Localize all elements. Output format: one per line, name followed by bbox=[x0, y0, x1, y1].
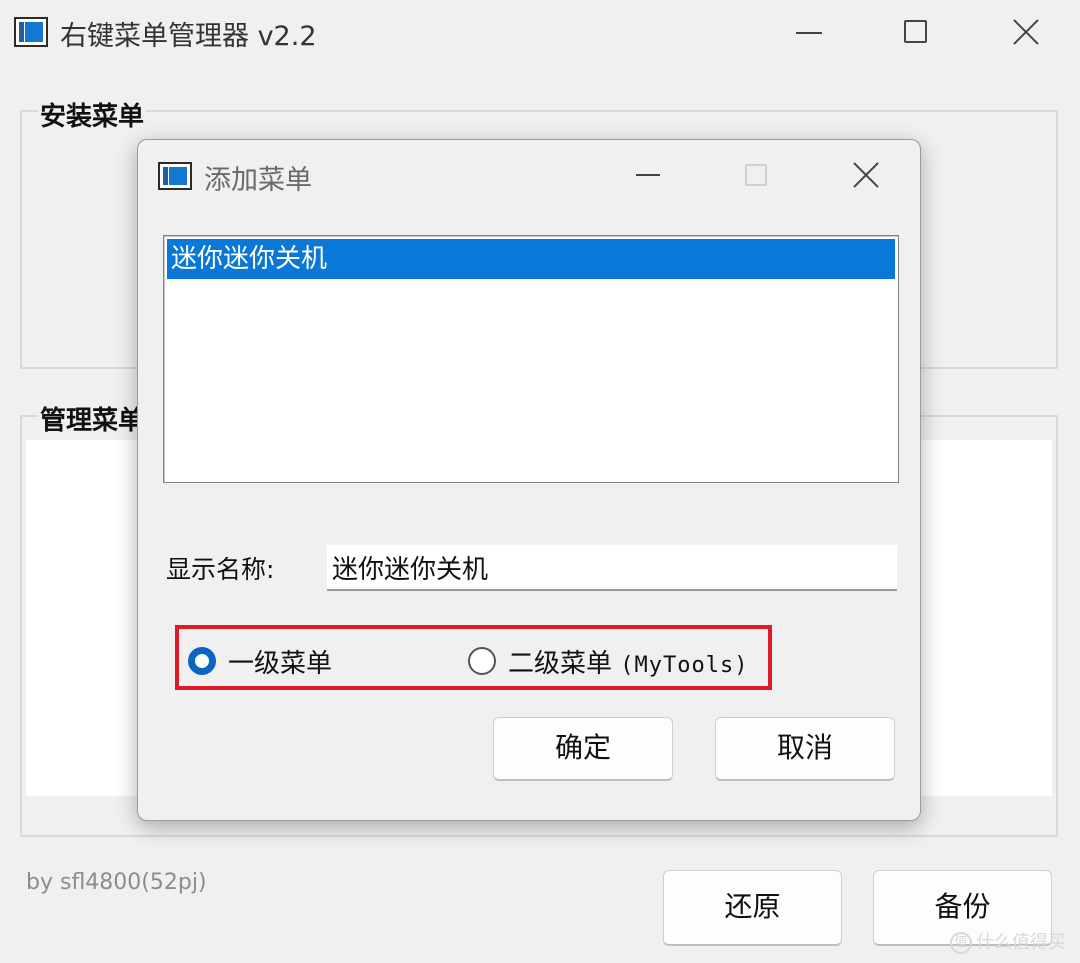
display-name-label: 显示名称: bbox=[166, 555, 275, 584]
radio-secondary-label: 二级菜单 (MyTools) bbox=[508, 643, 749, 680]
radio-secondary-prefix: 二级菜单 bbox=[508, 649, 613, 679]
radio-checked-icon[interactable] bbox=[188, 647, 216, 675]
menu-level-highlight: 一级菜单 二级菜单 (MyTools) bbox=[175, 625, 772, 690]
close-icon[interactable] bbox=[1012, 18, 1040, 46]
manage-menu-label: 管理菜单 bbox=[38, 400, 147, 437]
app-window-icon bbox=[14, 17, 48, 47]
minimize-icon[interactable] bbox=[796, 32, 822, 34]
author-credit: by sfl4800(52pj) bbox=[26, 870, 207, 895]
list-item[interactable]: 迷你迷你关机 bbox=[167, 239, 895, 279]
radio-unchecked-icon[interactable] bbox=[468, 647, 496, 675]
display-name-input[interactable] bbox=[327, 545, 897, 591]
add-menu-dialog: 添加菜单 迷你迷你关机 显示名称: 一级菜单 二级菜单 (MyTools) 确定… bbox=[137, 139, 921, 821]
radio-primary-label: 一级菜单 bbox=[228, 649, 333, 679]
dialog-window-icon bbox=[158, 162, 192, 190]
menu-listbox[interactable]: 迷你迷你关机 bbox=[163, 235, 899, 483]
dialog-close-icon[interactable] bbox=[852, 161, 878, 187]
watermark-text: 什么值得买 bbox=[976, 932, 1066, 953]
restore-button[interactable]: 还原 bbox=[663, 870, 842, 946]
title-bar: 右键菜单管理器 v2.2 bbox=[0, 0, 1080, 66]
watermark-logo-icon: 值 bbox=[950, 932, 972, 954]
radio-secondary-tool: (MyTools) bbox=[620, 653, 749, 678]
cancel-button[interactable]: 取消 bbox=[715, 717, 895, 781]
window-title: 右键菜单管理器 v2.2 bbox=[60, 21, 317, 52]
install-menu-label: 安装菜单 bbox=[38, 96, 147, 133]
watermark: 值什么值得买 bbox=[950, 928, 1066, 954]
maximize-icon[interactable] bbox=[904, 20, 927, 43]
ok-button[interactable]: 确定 bbox=[493, 717, 673, 781]
dialog-minimize-icon bbox=[636, 174, 660, 176]
dialog-title: 添加菜单 bbox=[204, 165, 312, 196]
dialog-maximize-icon bbox=[745, 164, 767, 186]
